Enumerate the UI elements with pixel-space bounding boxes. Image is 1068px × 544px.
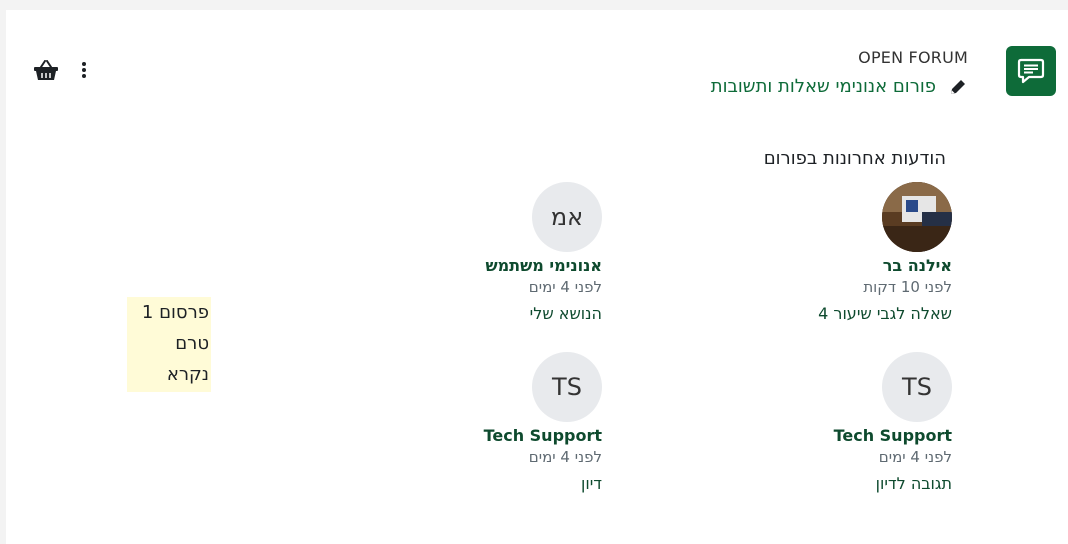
unread-line-3: נקרא bbox=[166, 364, 209, 385]
forum-block-card: OPEN FORUM פורום אנונימי שאלות ותשובות ה… bbox=[6, 10, 1068, 544]
post-time: לפני 4 ימים bbox=[528, 278, 602, 296]
post-author[interactable]: Tech Support bbox=[692, 426, 952, 446]
post-item[interactable]: TS Tech Support לפני 4 ימים דיון bbox=[342, 352, 602, 496]
avatar: אמ bbox=[532, 182, 602, 252]
post-time: לפני 4 ימים bbox=[878, 448, 952, 466]
post-subject[interactable]: תגובה לדיון bbox=[692, 472, 952, 496]
kebab-menu-icon[interactable] bbox=[80, 60, 88, 80]
unread-line-1: פרסום 1 bbox=[141, 302, 209, 323]
post-author[interactable]: Tech Support bbox=[342, 426, 602, 446]
post-time: לפני 4 ימים bbox=[528, 448, 602, 466]
post-item[interactable]: אילנה בר לפני 10 דקות שאלה לגבי שיעור 4 bbox=[692, 182, 952, 326]
unread-line-2: טרם bbox=[175, 333, 209, 354]
recent-posts-heading: הודעות אחרונות בפורום bbox=[763, 148, 946, 169]
avatar: TS bbox=[882, 352, 952, 422]
post-author[interactable]: אילנה בר bbox=[692, 256, 952, 276]
post-time: לפני 10 דקות bbox=[863, 278, 952, 296]
basket-icon[interactable] bbox=[33, 60, 59, 82]
activity-type-label: OPEN FORUM bbox=[858, 48, 968, 67]
post-subject[interactable]: הנושא שלי bbox=[342, 302, 602, 326]
unread-posts-notice[interactable]: פרסום 1 טרם נקרא bbox=[127, 297, 211, 392]
avatar bbox=[882, 182, 952, 252]
post-item[interactable]: TS Tech Support לפני 4 ימים תגובה לדיון bbox=[692, 352, 952, 496]
post-subject[interactable]: שאלה לגבי שיעור 4 bbox=[692, 302, 952, 326]
forum-chat-icon[interactable] bbox=[1006, 46, 1056, 96]
pencil-edit-icon[interactable] bbox=[948, 77, 968, 97]
post-author[interactable]: אנונימי משתמש bbox=[342, 256, 602, 276]
post-subject[interactable]: דיון bbox=[342, 472, 602, 496]
post-item[interactable]: אמ אנונימי משתמש לפני 4 ימים הנושא שלי bbox=[342, 182, 602, 326]
avatar: TS bbox=[532, 352, 602, 422]
forum-title-link[interactable]: פורום אנונימי שאלות ותשובות bbox=[711, 76, 936, 97]
forum-title-row: פורום אנונימי שאלות ותשובות bbox=[711, 76, 968, 97]
